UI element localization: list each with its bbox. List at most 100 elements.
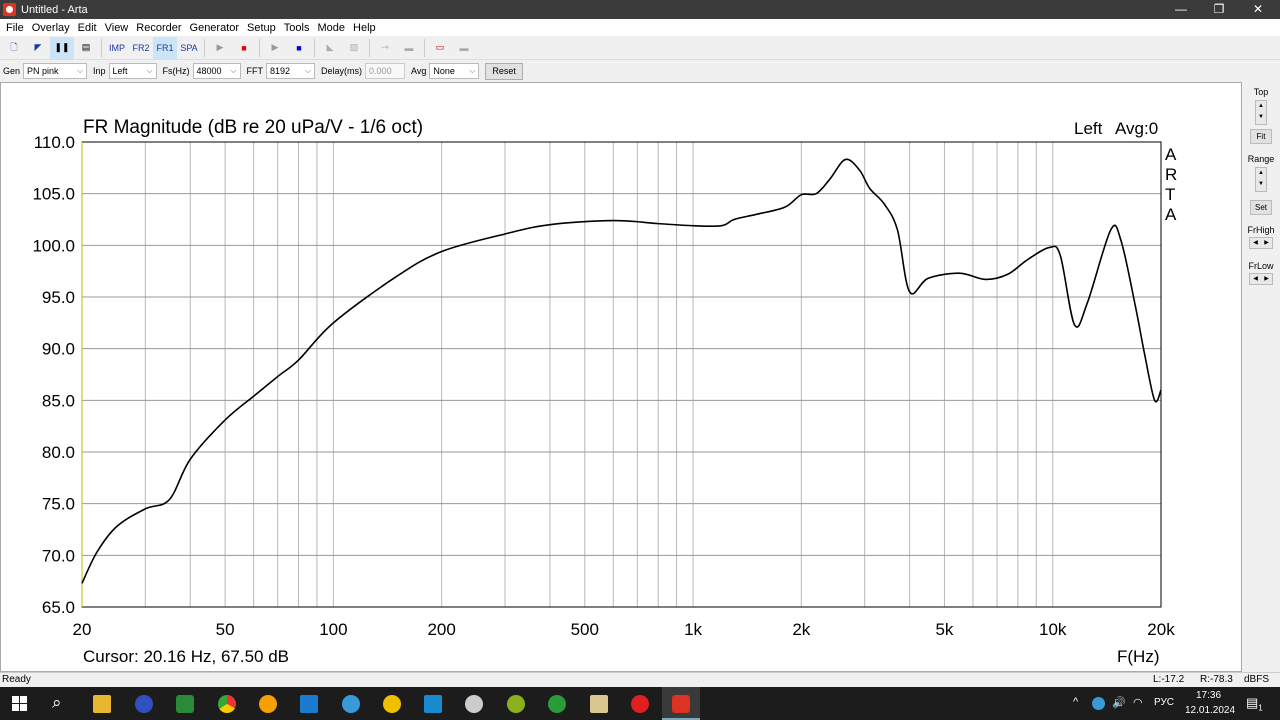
x-tick-label: 20 [73,620,92,639]
level-unit: dBFS [1244,674,1270,685]
new-file-icon[interactable]: 🗋 [2,37,26,59]
top-spinner[interactable]: ▲ ▼ [1255,100,1267,125]
play-icon[interactable]: ▶ [208,37,232,59]
settings-icon[interactable]: ▬ [452,37,476,59]
app-icon[interactable] [465,695,483,713]
yandex-browser-icon[interactable] [631,695,649,713]
windows-start-icon[interactable] [12,696,27,711]
frlow-spinner[interactable]: ◀ ▶ [1249,273,1273,285]
probe-icon[interactable]: ⊸ [373,37,397,59]
fr2-mode-button[interactable]: FR2 [129,37,153,59]
inp-label: Inp [93,66,106,76]
stop-icon[interactable]: ■ [232,37,256,59]
fr-plot[interactable]: 110.0 105.0 100.0 95.0 90.0 85.0 80.0 75.0 70.0 6… [0,82,1242,672]
stop-icon[interactable]: ■ [287,37,311,59]
watermark-letter: A [1165,205,1177,224]
chevron-down-icon: ⌵ [230,66,237,75]
app-icon[interactable] [590,695,608,713]
app-icon[interactable] [383,695,401,713]
frhigh-spinner[interactable]: ◀ ▶ [1249,237,1273,249]
clock-time[interactable]: 17:36 [1196,690,1221,701]
arta-logo-icon [672,695,690,713]
arta-watermark: ARTA [1165,145,1177,224]
minimize-button[interactable]: — [1163,0,1199,19]
generator-select[interactable]: PN pink ⌵ [23,63,88,79]
fft-select[interactable]: 8192 ⌵ [266,63,316,79]
menu-edit[interactable]: Edit [74,22,101,34]
x-tick-label: 2k [792,620,810,639]
record-icon[interactable]: ◣ [318,37,342,59]
set-button[interactable]: Set [1250,200,1272,215]
mp3-app-icon[interactable] [176,695,194,713]
avg-label: Avg [411,66,427,76]
menu-view[interactable]: View [101,22,133,34]
fft-label: FFT [246,66,264,76]
app-icon[interactable] [135,695,153,713]
left-level: L:-17.2 [1153,674,1185,685]
y-tick-label: 90.0 [42,340,75,359]
menu-file[interactable]: File [2,22,28,34]
telegram-tray-icon[interactable] [1092,697,1105,710]
maximize-button[interactable]: ❐ [1201,0,1237,19]
scope-icon[interactable]: ▭ [428,37,452,59]
title-bar: Untitled - Arta — ❐ ✕ [0,0,1280,19]
close-button[interactable]: ✕ [1240,0,1276,19]
x-tick-label: 10k [1039,620,1067,639]
notification-icon[interactable]: ▤1 [1246,695,1263,713]
menu-mode[interactable]: Mode [313,22,349,34]
spa-mode-button[interactable]: SPA [177,37,201,59]
table-icon[interactable]: ▤ [74,37,98,59]
status-text: Ready [2,674,31,685]
calibrate-icon[interactable]: ▨ [342,37,366,59]
fit-button[interactable]: Fit [1250,129,1272,144]
parameter-bar: Gen PN pink ⌵ Inp Left ⌵ Fs(Hz) 48000 ⌵ FFT… [0,60,1280,82]
clock-date[interactable]: 12.01.2024 [1185,705,1235,716]
play-icon[interactable]: ▶ [263,37,287,59]
range-spinner[interactable]: ▲ ▼ [1255,167,1267,192]
menu-generator[interactable]: Generator [186,22,244,34]
menu-overlay[interactable]: Overlay [28,22,74,34]
delay-input[interactable]: 0.000 [365,63,406,79]
x-tick-label: 100 [319,620,347,639]
app-icon[interactable] [548,695,566,713]
chevron-down-icon: ⌵ [469,66,476,75]
app-icon[interactable] [424,695,442,713]
menu-help[interactable]: Help [349,22,380,34]
notification-count: 1 [1258,703,1263,713]
input-select[interactable]: Left ⌵ [108,63,157,79]
samplerate-value: 48000 [196,66,222,76]
toolbar: 🗋 ◤ ❚❚ ▤ IMP FR2 FR1 SPA ▶ ■ ▶ ■ ◣ ▨ ⊸ ▬… [0,36,1280,60]
avg-select[interactable]: None ⌵ [429,63,480,79]
volume-icon[interactable]: 🔊 [1112,696,1126,709]
arta-taskbar-button[interactable] [662,687,700,720]
x-tick-label: 1k [684,620,702,639]
file-explorer-icon[interactable] [93,695,111,713]
search-icon[interactable]: ⌕ [52,693,62,713]
frlow-label: FrLow [1248,261,1274,271]
menu-setup[interactable]: Setup [243,22,280,34]
cursor-readout: Cursor: 20.16 Hz, 67.50 dB [83,647,289,666]
chrome-icon[interactable] [218,695,236,713]
telegram-icon[interactable] [342,695,360,713]
meter-icon[interactable]: ▬ [397,37,421,59]
samplerate-select[interactable]: 48000 ⌵ [192,63,241,79]
app-icon[interactable] [259,695,277,713]
open-icon[interactable]: ◤ [26,37,50,59]
taskbar: ⌕ ^ 🔊 ◠ РУС 17:36 12.01.2024 ▤1 [0,687,1280,720]
y-tick-label: 105.0 [32,185,75,204]
mail-icon[interactable] [300,695,318,713]
chevron-up-icon[interactable]: ^ [1073,696,1078,708]
fr1-mode-button[interactable]: FR1 [153,36,177,59]
reset-button[interactable]: Reset [485,62,523,80]
app-icon[interactable] [507,695,525,713]
wifi-icon[interactable]: ◠ [1133,696,1143,709]
language-indicator[interactable]: РУС [1154,697,1174,708]
pause-icon[interactable]: ❚❚ [50,36,74,59]
imp-mode-button[interactable]: IMP [105,37,129,59]
menu-tools[interactable]: Tools [280,22,314,34]
avg-count-label: Avg:0 [1115,119,1158,138]
menu-recorder[interactable]: Recorder [132,22,185,34]
watermark-letter: T [1165,185,1175,204]
y-tick-label: 110.0 [34,133,75,152]
x-tick-label: 500 [571,620,599,639]
